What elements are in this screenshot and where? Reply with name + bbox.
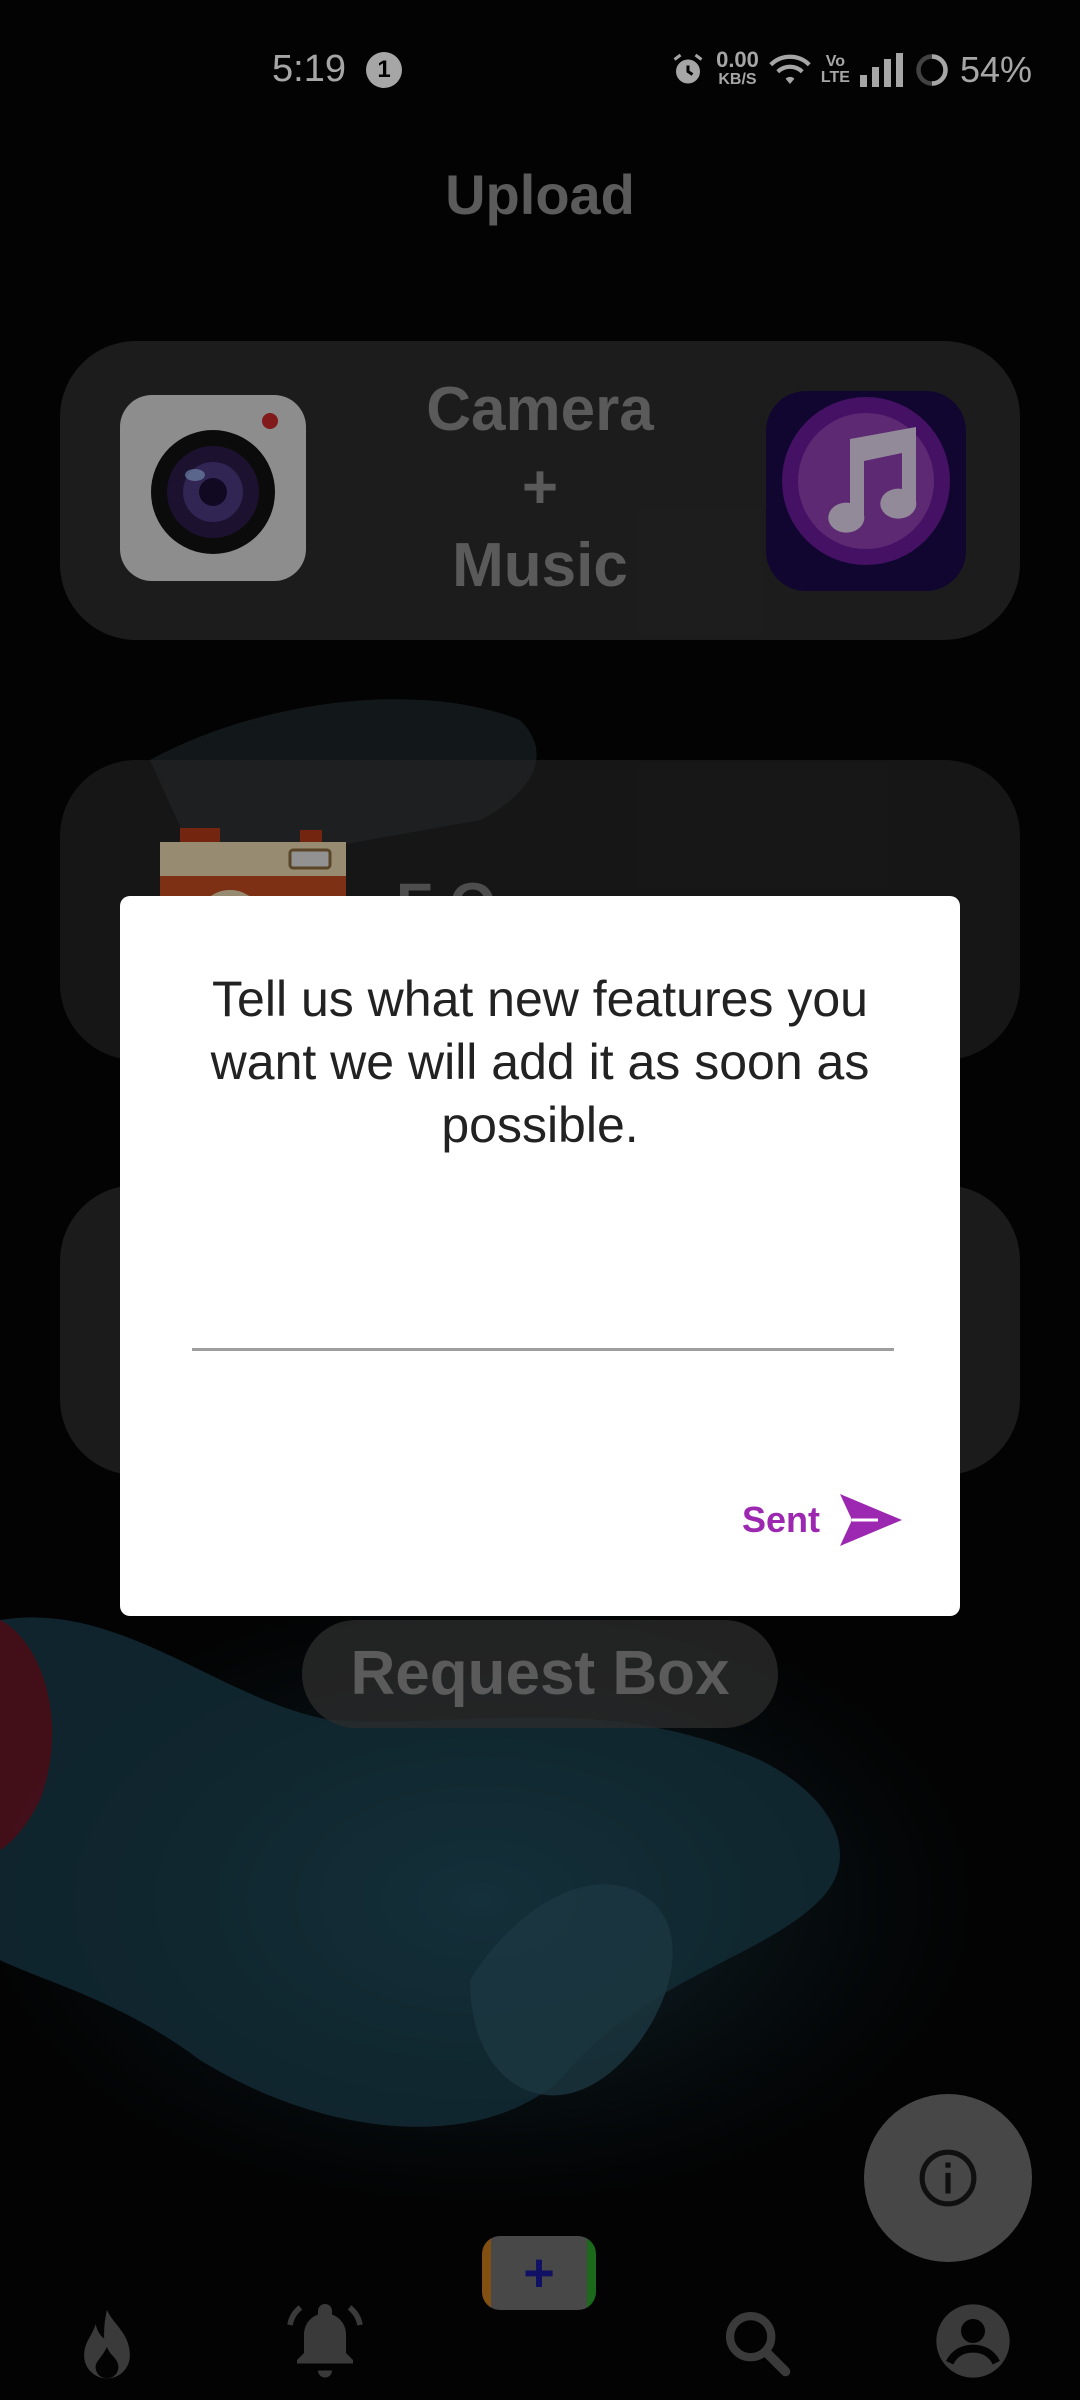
send-icon: [840, 1494, 903, 1546]
send-button[interactable]: Sent: [742, 1488, 904, 1552]
send-label: Sent: [742, 1499, 821, 1540]
feature-request-dialog: Tell us what new features you want we wi…: [120, 896, 960, 1616]
feature-request-input[interactable]: [192, 1286, 894, 1351]
dialog-message: Tell us what new features you want we wi…: [210, 971, 870, 1153]
